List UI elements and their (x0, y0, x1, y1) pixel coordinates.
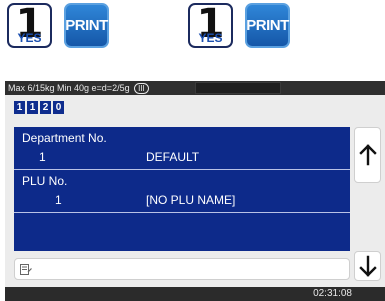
key-caption: YES (17, 31, 42, 45)
clock: 02:31:08 (313, 288, 352, 299)
yes-key-icon: 1 YES (7, 1, 52, 48)
print-key-icon: PRINT (64, 3, 109, 48)
edit-icon (20, 264, 32, 275)
scale-info: Max 6/15kg Min 40g e=d=2/5g (8, 83, 130, 93)
status-display-box (195, 82, 281, 94)
range-indicator: III (134, 83, 149, 94)
print-key-icon: PRINT (245, 3, 290, 48)
scale-screen: Max 6/15kg Min 40g e=d=2/5g III 1 1 2 0 … (5, 81, 385, 301)
plu-value-row[interactable]: 1 [NO PLU NAME] (14, 189, 350, 211)
plu-name: [NO PLU NAME] (146, 193, 236, 207)
input-field[interactable] (14, 258, 350, 280)
plu-label: PLU No. (22, 174, 68, 188)
code-digit: 1 (14, 101, 25, 114)
code-digit: 1 (27, 101, 38, 114)
scroll-up-button[interactable] (354, 127, 381, 183)
print-key-label: PRINT (65, 17, 108, 34)
screen-content: 1 1 2 0 Department No. 1 DEFAULT PLU No.… (5, 95, 385, 287)
status-bar: Max 6/15kg Min 40g e=d=2/5g III (5, 81, 385, 95)
department-number: 1 (39, 150, 46, 164)
department-value-row[interactable]: 1 DEFAULT (14, 146, 350, 168)
plu-info-panel: Department No. 1 DEFAULT PLU No. 1 [NO P… (14, 127, 350, 251)
row-divider (14, 212, 350, 213)
yes-key-icon: 1 YES (188, 1, 233, 48)
print-key-label: PRINT (246, 17, 289, 34)
code-digits: 1 1 2 0 (14, 101, 64, 114)
code-digit: 0 (53, 101, 64, 114)
key-caption: YES (198, 31, 223, 45)
arrow-down-icon (358, 255, 377, 277)
scroll-down-button[interactable] (354, 251, 381, 281)
code-digit: 2 (40, 101, 51, 114)
department-label: Department No. (22, 131, 107, 145)
time-bar: 02:31:08 (5, 287, 385, 301)
arrow-up-icon (358, 144, 377, 166)
department-name: DEFAULT (146, 150, 200, 164)
plu-number: 1 (55, 193, 62, 207)
